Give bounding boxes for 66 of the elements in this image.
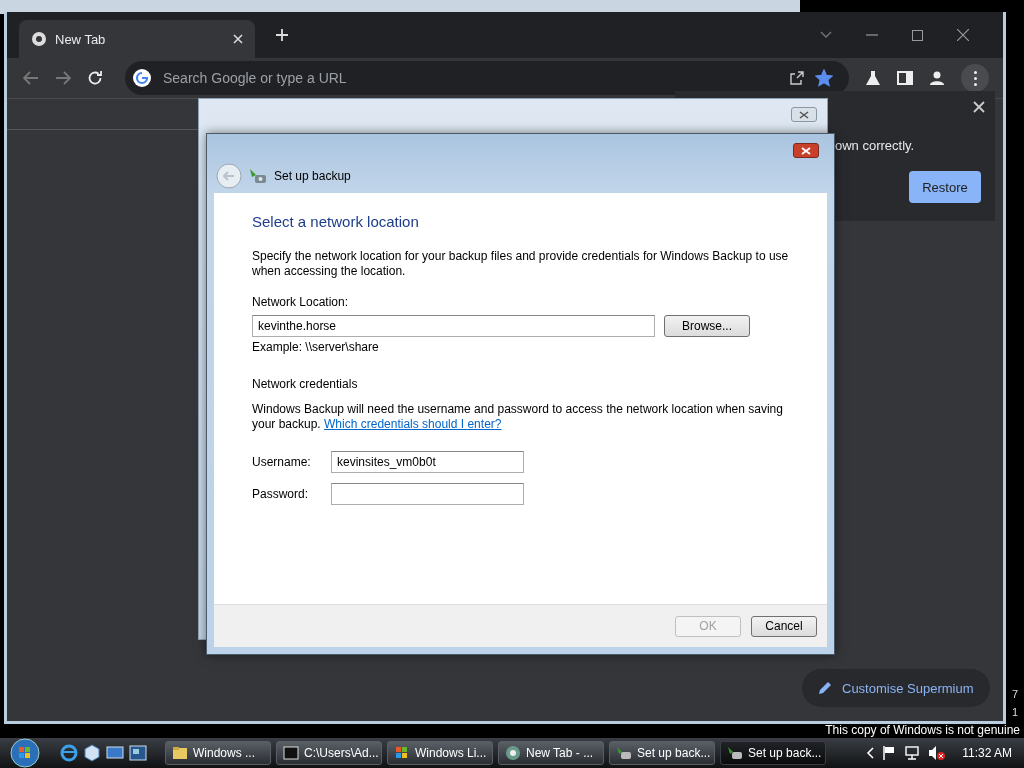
backup-icon [727, 745, 743, 761]
desktop-text: 1 [1012, 706, 1019, 718]
chevron-down-icon[interactable] [820, 31, 832, 39]
taskbar-button[interactable]: Set up back... [609, 741, 715, 765]
star-icon[interactable] [815, 69, 833, 87]
search-engine-icon [133, 69, 151, 87]
volume-muted-icon[interactable] [928, 745, 947, 761]
new-tab-icon[interactable] [275, 28, 289, 42]
taskbar-button[interactable]: New Tab - ... [498, 741, 604, 765]
instruction-text: Specify the network location for your backup files and provide credentials for Windows Backup to use when accessing the location. [252, 249, 790, 279]
location-field[interactable]: kevinthe.horse [252, 315, 655, 337]
example-text: Example: \\server\share [252, 340, 380, 354]
cancel-button[interactable]: Cancel [751, 615, 817, 637]
clock[interactable]: 11:32 AM [962, 746, 1012, 760]
side-panel-icon[interactable] [897, 71, 913, 85]
forward-icon[interactable] [55, 71, 71, 85]
desktop-text: 7 [1012, 688, 1019, 700]
credentials-text: Windows Backup will need the username and password to access the network location when saving your backup. Which credentials should I enter? [252, 402, 784, 432]
search-field[interactable]: Search Google or type a URL [161, 69, 465, 87]
close-icon [799, 110, 809, 119]
windows-logo-icon [394, 745, 410, 761]
browser-icon [505, 745, 521, 761]
share-icon[interactable] [789, 70, 805, 86]
maximize-icon[interactable] [912, 29, 923, 41]
back-icon[interactable] [23, 71, 39, 85]
section-heading: Network credentials [252, 377, 359, 391]
close-icon[interactable] [957, 29, 969, 41]
windows-icon[interactable] [129, 744, 147, 762]
genuine-notice: This copy of Windows is not genuine [825, 723, 1020, 737]
browser-icon[interactable] [60, 744, 78, 762]
restore-button[interactable]: Restore [909, 171, 981, 203]
field-label: Password: [252, 487, 310, 501]
reload-icon[interactable] [87, 70, 103, 86]
cube-icon[interactable] [83, 744, 101, 762]
network-icon[interactable] [904, 745, 921, 761]
field-label: Network Location: [252, 295, 350, 309]
profile-icon[interactable] [929, 70, 945, 86]
close-icon[interactable] [973, 101, 985, 113]
menu-icon[interactable] [961, 64, 989, 92]
input-field[interactable] [331, 483, 524, 505]
taskbar-button[interactable]: C:\Users\Ad... [276, 741, 382, 765]
backup-icon [248, 166, 268, 185]
page-heading: Select a network location [252, 213, 420, 230]
browser-logo-icon [31, 31, 47, 47]
flag-icon[interactable] [882, 745, 897, 761]
chevron-left-icon[interactable] [866, 747, 875, 759]
folder-icon [172, 745, 188, 761]
dialog-title: Set up backup [274, 168, 351, 183]
monitor-icon[interactable] [106, 744, 124, 762]
taskbar-button[interactable]: Windows Li... [387, 741, 493, 765]
taskbar-button[interactable]: Windows ... [165, 741, 271, 765]
close-icon [801, 146, 811, 155]
taskbar-button[interactable]: Set up back... [720, 741, 826, 765]
close-button[interactable] [793, 143, 819, 158]
help-link[interactable]: Which credentials should I enter? [324, 417, 502, 431]
popup-message: own correctly. [835, 138, 915, 153]
input-field[interactable]: kevinsites_vm0b0t [331, 451, 524, 473]
start-button[interactable] [10, 738, 40, 768]
customise-button[interactable]: Customise Supermium [802, 669, 990, 707]
browser-tab[interactable]: New Tab [19, 20, 255, 58]
backup-icon [616, 745, 632, 761]
close-button[interactable] [791, 107, 817, 122]
field-label: Username: [252, 455, 312, 469]
flask-icon[interactable] [865, 70, 881, 86]
browse-button[interactable]: Browse... [664, 315, 750, 337]
pencil-icon [818, 681, 832, 695]
